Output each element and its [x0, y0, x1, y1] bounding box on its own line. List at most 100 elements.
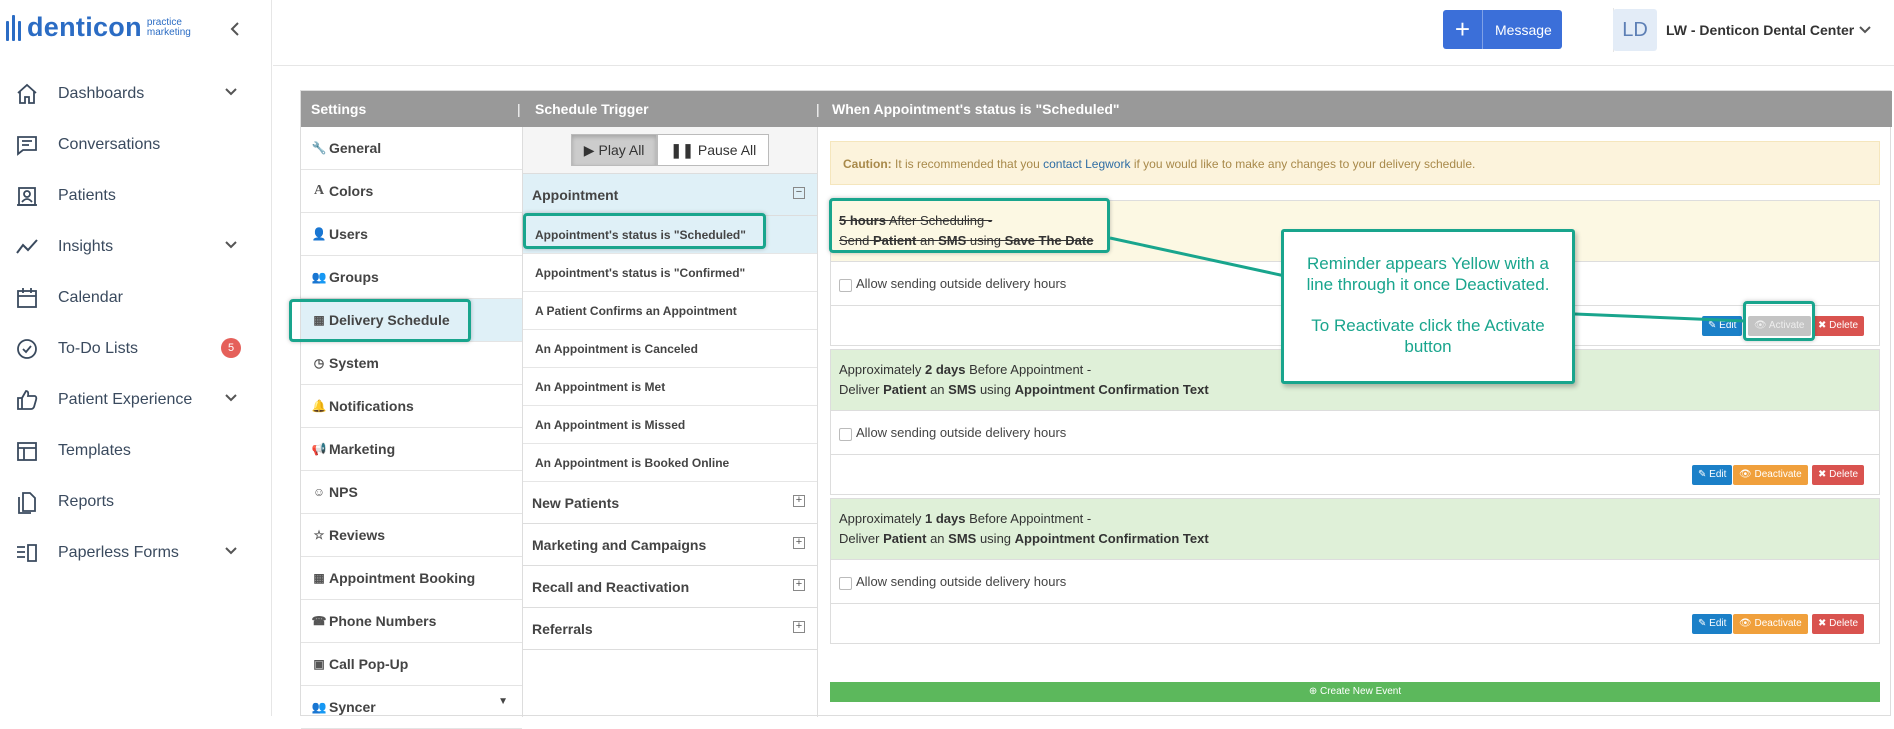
trigger-item[interactable]: Appointment's status is "Confirmed": [523, 254, 817, 292]
checkbox[interactable]: [839, 577, 852, 590]
delete-button[interactable]: ✖ Delete: [1812, 465, 1865, 485]
sidebar-item-label: Patients: [58, 186, 116, 204]
callout-annotation: Reminder appears Yellow with a line thro…: [1281, 229, 1575, 384]
account-name[interactable]: LW - Denticon Dental Center: [1666, 22, 1854, 38]
chevron-down-icon[interactable]: [224, 390, 238, 408]
event-description: Approximately 1 days Before Appointment …: [831, 499, 1879, 559]
play-icon: ▶: [583, 141, 595, 158]
trigger-group-marketing-campaigns[interactable]: Marketing and Campaigns +: [523, 524, 817, 566]
collapse-icon[interactable]: −: [793, 187, 805, 199]
highlight-scheduled-trigger: [523, 213, 766, 249]
panel-header: Settings | Schedule Trigger | When Appoi…: [301, 91, 1892, 127]
trigger-item[interactable]: An Appointment is Canceled: [523, 330, 817, 368]
settings-item-syncer[interactable]: 👥 Syncer ▼: [301, 686, 522, 729]
window-icon: ▣: [313, 657, 325, 671]
smile-icon: ☺: [312, 485, 326, 499]
create-new-event-button[interactable]: ⊕ Create New Event: [830, 682, 1880, 702]
chevron-down-icon[interactable]: [224, 84, 238, 102]
caution-text: It is recommended that you: [895, 157, 1040, 171]
expand-icon[interactable]: +: [793, 621, 805, 633]
settings-item-reviews[interactable]: ☆ Reviews: [301, 514, 522, 557]
star-half-icon: ☆: [313, 528, 325, 542]
message-button[interactable]: + Message: [1443, 10, 1562, 49]
expand-icon[interactable]: +: [793, 579, 805, 591]
trigger-item[interactable]: An Appointment is Missed: [523, 406, 817, 444]
chevron-down-icon[interactable]: [1858, 22, 1872, 40]
chevron-down-icon[interactable]: [224, 237, 238, 255]
allow-outside-hours-option[interactable]: Allow sending outside delivery hours: [831, 559, 1879, 603]
delete-button[interactable]: ✖ Delete: [1812, 614, 1865, 634]
sidebar-item-insights[interactable]: Insights: [0, 221, 272, 272]
settings-item-phone-numbers[interactable]: ☎ Phone Numbers: [301, 600, 522, 643]
edit-button[interactable]: ✎ Edit: [1692, 465, 1733, 485]
caret-down-icon[interactable]: ▼: [498, 696, 508, 707]
settings-item-notifications[interactable]: 🔔 Notifications: [301, 385, 522, 428]
sidebar-item-dashboards[interactable]: Dashboards: [0, 68, 272, 119]
sidebar-item-paperless-forms[interactable]: Paperless Forms: [0, 527, 272, 578]
avatar[interactable]: LD: [1613, 9, 1657, 51]
calendar-small-icon: ▦: [313, 571, 325, 585]
chevron-down-icon[interactable]: [224, 543, 238, 561]
allow-outside-hours-option[interactable]: Allow sending outside delivery hours: [831, 410, 1879, 454]
delete-button[interactable]: ✖ Delete: [1812, 316, 1865, 336]
denticon-logo[interactable]: denticon practice marketing: [6, 12, 191, 43]
bell-icon: 🔔: [311, 399, 327, 413]
settings-item-general[interactable]: 🔧 General: [301, 127, 522, 170]
contact-legwork-link[interactable]: contact Legwork: [1043, 157, 1130, 171]
checkbox[interactable]: [839, 279, 852, 292]
highlight-activate-button: [1743, 301, 1815, 341]
sidebar-item-patient-experience[interactable]: Patient Experience: [0, 374, 272, 425]
sidebar-item-todo-lists[interactable]: To-Do Lists 5: [0, 323, 272, 374]
settings-item-groups[interactable]: 👥 Groups: [301, 256, 522, 299]
settings-item-marketing[interactable]: 📢 Marketing: [301, 428, 522, 471]
settings-header: Settings: [311, 101, 367, 117]
sidebar-item-patients[interactable]: Patients: [0, 170, 272, 221]
settings-item-appointment-booking[interactable]: ▦ Appointment Booking: [301, 557, 522, 600]
play-all-button[interactable]: ▶ Play All: [570, 134, 658, 166]
pause-all-button[interactable]: ❚❚ Pause All: [657, 134, 770, 166]
todo-count-badge: 5: [221, 338, 241, 358]
sidebar-item-reports[interactable]: Reports: [0, 476, 272, 527]
event-card: Approximately 1 days Before Appointment …: [830, 498, 1880, 644]
deactivate-button[interactable]: 👁 Deactivate: [1733, 614, 1808, 634]
home-icon: [14, 81, 40, 107]
settings-item-nps[interactable]: ☺ NPS: [301, 471, 522, 514]
sidebar-item-label: Insights: [58, 237, 114, 255]
checkbox[interactable]: [839, 428, 852, 441]
trigger-item[interactable]: A Patient Confirms an Appointment: [523, 292, 817, 330]
table-icon: [14, 438, 40, 464]
trigger-group-referrals[interactable]: Referrals +: [523, 608, 817, 650]
sidebar-item-templates[interactable]: Templates: [0, 425, 272, 476]
expand-icon[interactable]: +: [793, 495, 805, 507]
edit-button[interactable]: ✎ Edit: [1692, 614, 1733, 634]
collapse-sidebar-icon[interactable]: [228, 17, 242, 43]
event-actions: ✎ Edit 👁 Deactivate ✖ Delete: [831, 603, 1879, 643]
logo-subtitle: practice marketing: [146, 16, 191, 38]
edit-button[interactable]: ✎ Edit: [1702, 316, 1743, 336]
trigger-item[interactable]: An Appointment is Booked Online: [523, 444, 817, 482]
sidebar-item-label: Dashboards: [58, 84, 145, 102]
check-circle-icon: [14, 336, 40, 362]
trigger-group-new-patients[interactable]: New Patients +: [523, 482, 817, 524]
settings-item-system[interactable]: ◷ System: [301, 342, 522, 385]
message-button-label: Message: [1495, 21, 1552, 38]
user-icon: 👤: [311, 227, 327, 241]
sidebar-item-label: Templates: [58, 441, 131, 459]
header-divider: |: [517, 101, 521, 117]
trigger-group-appointment[interactable]: Appointment −: [523, 174, 817, 216]
expand-icon[interactable]: +: [793, 537, 805, 549]
settings-item-users[interactable]: 👤 Users: [301, 213, 522, 256]
settings-item-colors[interactable]: A Colors: [301, 170, 522, 213]
deactivate-button[interactable]: 👁 Deactivate: [1733, 465, 1808, 485]
settings-item-call-popup[interactable]: ▣ Call Pop-Up: [301, 643, 522, 686]
thumbs-up-icon: [14, 387, 40, 413]
trigger-item[interactable]: An Appointment is Met: [523, 368, 817, 406]
trigger-group-recall-reactivation[interactable]: Recall and Reactivation +: [523, 566, 817, 608]
callout-text: To Reactivate click the Activate button: [1311, 316, 1545, 356]
users-icon: 👥: [311, 700, 327, 714]
sidebar-item-label: Reports: [58, 492, 115, 510]
wrench-icon: 🔧: [311, 141, 327, 155]
sidebar-item-conversations[interactable]: Conversations: [0, 119, 272, 170]
sidebar-item-label: Calendar: [58, 288, 123, 306]
sidebar-item-calendar[interactable]: Calendar: [0, 272, 272, 323]
